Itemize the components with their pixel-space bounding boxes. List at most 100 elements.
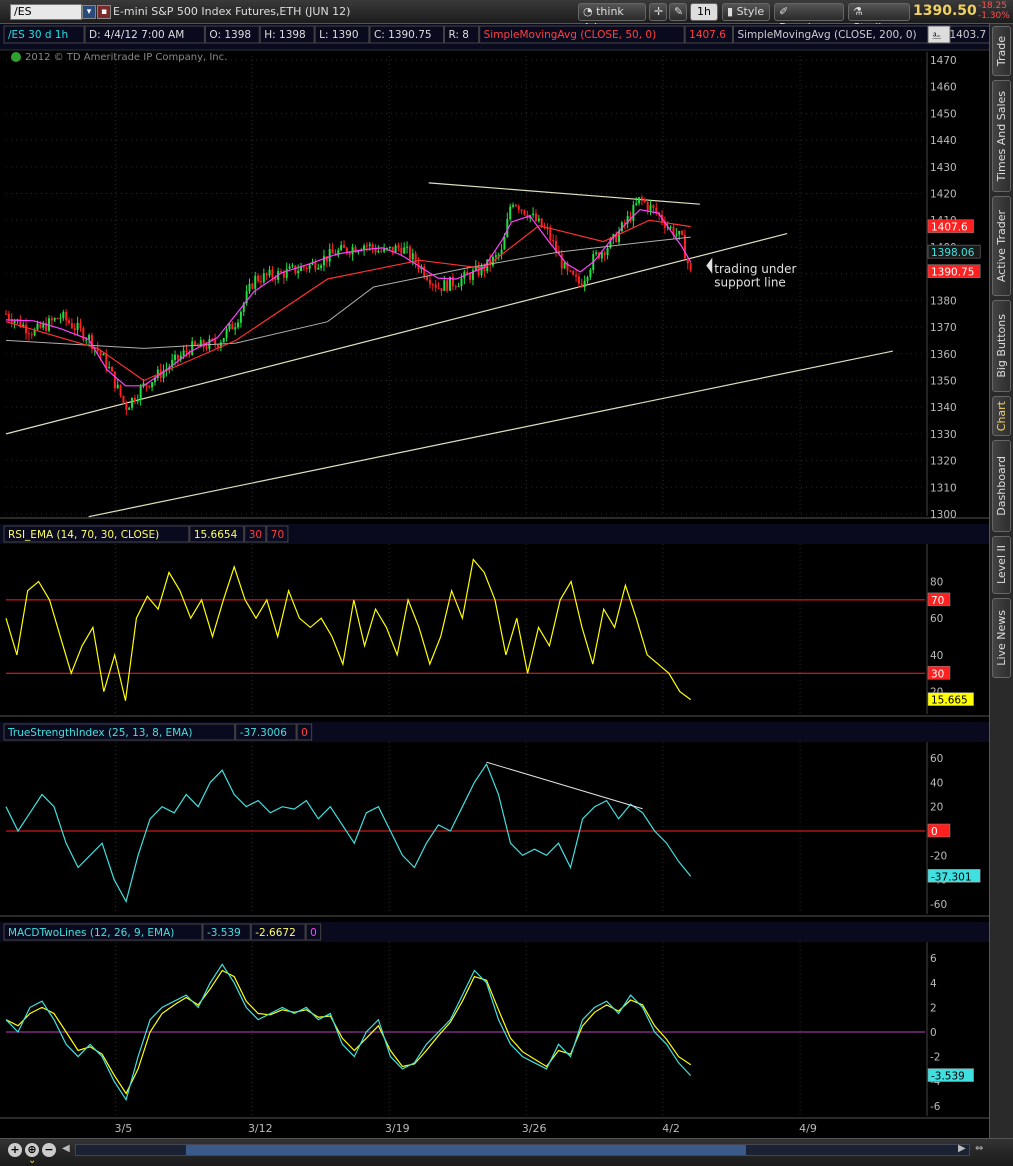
zoom-in-icon[interactable]: +	[8, 1143, 22, 1157]
header-open: O: 1398	[209, 29, 251, 41]
macd-tick-label: 6	[930, 953, 937, 965]
candle-body	[428, 279, 431, 285]
annotation-text-line1: trading under	[714, 262, 796, 276]
symbol-input[interactable]	[10, 4, 82, 20]
price-tick-label: 1330	[930, 429, 957, 441]
zoom-out-icon[interactable]: −	[42, 1143, 56, 1157]
side-tab-times-and-sales[interactable]: Times And Sales	[992, 80, 1011, 192]
style-button[interactable]: ▮ Style	[722, 3, 770, 21]
price-tick-label: 1420	[930, 189, 957, 201]
side-tab-label: Trade	[995, 35, 1008, 67]
header-low: L: 1390	[319, 29, 358, 41]
candle-body	[305, 267, 308, 269]
scrollbar-thumb[interactable]	[186, 1145, 746, 1155]
pencil-icon: ✐	[779, 5, 789, 18]
candle-body	[348, 252, 351, 255]
candle-body	[652, 205, 655, 208]
candle-body	[643, 199, 646, 203]
candle-body	[53, 318, 56, 321]
side-tab-trade[interactable]: Trade	[992, 26, 1011, 76]
candle-body	[30, 334, 33, 336]
candle-body	[5, 313, 7, 315]
candle-body	[268, 269, 271, 276]
candle-body	[133, 397, 136, 402]
crosshair-icon[interactable]: ✛	[649, 3, 667, 21]
expand-arrows-icon[interactable]: ⇔	[975, 1143, 983, 1154]
studies-button[interactable]: ⚗ Studies	[848, 3, 910, 34]
macd-tick-label: 2	[930, 1002, 937, 1014]
side-tab-level-ii[interactable]: Level II	[992, 536, 1011, 594]
candle-body	[586, 277, 589, 281]
candle-body	[56, 318, 59, 320]
candle-body	[308, 264, 311, 269]
side-tab-big-buttons[interactable]: Big Buttons	[992, 300, 1011, 392]
candle-body	[110, 367, 113, 372]
candle-body	[234, 327, 237, 330]
scroll-left-icon[interactable]: ◀	[62, 1143, 70, 1154]
x-axis-label: 3/19	[385, 1122, 410, 1135]
studies-icon: ⚗	[853, 5, 863, 18]
candle-body	[125, 402, 128, 410]
side-tab-chart[interactable]: Chart	[992, 396, 1011, 436]
candle-body	[174, 354, 177, 360]
symbol-link-icon[interactable]: ▪	[97, 5, 111, 19]
candle-body	[512, 204, 515, 207]
candle-body	[397, 245, 400, 248]
price-tick-label: 1340	[930, 402, 957, 414]
candle-body	[257, 275, 260, 282]
tsi-header-zero: 0	[301, 727, 308, 739]
tsi-tick-label: -60	[930, 899, 947, 911]
candle-body	[368, 244, 371, 246]
candle-body	[202, 340, 205, 348]
candle-body	[400, 247, 403, 254]
tsi-header-value: -37.3006	[240, 727, 288, 739]
chart-toolbar: ▾ ▪ E-mini S&P 500 Index Futures,ETH (JU…	[0, 0, 1013, 34]
wrench-icon[interactable]: ✎	[669, 3, 687, 21]
tsi-badge-1: -37.301	[931, 871, 972, 883]
horizontal-scrollbar[interactable]	[75, 1144, 970, 1156]
symbol-dropdown-icon[interactable]: ▾	[82, 5, 96, 19]
collapse-chevron-icon[interactable]: ⌄	[28, 1155, 36, 1166]
candle-body	[460, 278, 463, 286]
candle-body	[469, 274, 472, 280]
candle-body	[320, 265, 323, 268]
symbol-description: E-mini S&P 500 Index Futures,ETH (JUN 12…	[113, 5, 351, 18]
candle-body	[265, 273, 268, 276]
think-ai-button[interactable]: ◔ think A.I.	[578, 3, 646, 34]
macd-tick-label: -2	[930, 1052, 940, 1064]
chart-canvas[interactable]: 1470146014501440143014201410140013901380…	[0, 24, 989, 1138]
price-tick-label: 1350	[930, 375, 957, 387]
candle-body	[182, 350, 185, 356]
drawings-button[interactable]: ✐ Drawings	[774, 3, 844, 34]
candle-body	[191, 341, 194, 355]
candle-body	[494, 255, 497, 257]
side-tab-bar: Trade Times And Sales Active Trader Big But…	[989, 24, 1013, 1138]
candle-body	[406, 246, 409, 248]
side-tab-dashboard[interactable]: Dashboard	[992, 440, 1011, 532]
price-tick-label: 1370	[930, 322, 957, 334]
candle-body	[251, 283, 254, 289]
scroll-right-icon[interactable]: ▶	[958, 1143, 966, 1154]
candle-body	[7, 313, 10, 320]
candle-body	[408, 246, 411, 260]
macd-header-avg: -2.6672	[255, 927, 296, 939]
annotation-text-line2: support line	[714, 275, 786, 289]
interval-button[interactable]: 1h	[690, 3, 718, 21]
side-tab-active-trader[interactable]: Active Trader	[992, 196, 1011, 296]
candle-body	[575, 274, 578, 277]
candle-body	[62, 311, 65, 318]
candle-body	[446, 280, 449, 291]
candle-body	[99, 351, 102, 356]
candle-body	[248, 283, 251, 292]
candle-body	[377, 250, 380, 253]
candle-body	[282, 272, 285, 278]
candle-body	[434, 284, 437, 288]
rsi-header-label: RSI_EMA (14, 70, 30, CLOSE)	[8, 529, 159, 541]
candle-body	[340, 245, 343, 251]
candle-body	[689, 263, 692, 271]
x-axis-label: 3/26	[522, 1122, 547, 1135]
candle-body	[262, 273, 265, 283]
candle-body	[537, 218, 540, 222]
rsi-tick-label: 40	[930, 650, 943, 662]
side-tab-live-news[interactable]: Live News	[992, 598, 1011, 678]
